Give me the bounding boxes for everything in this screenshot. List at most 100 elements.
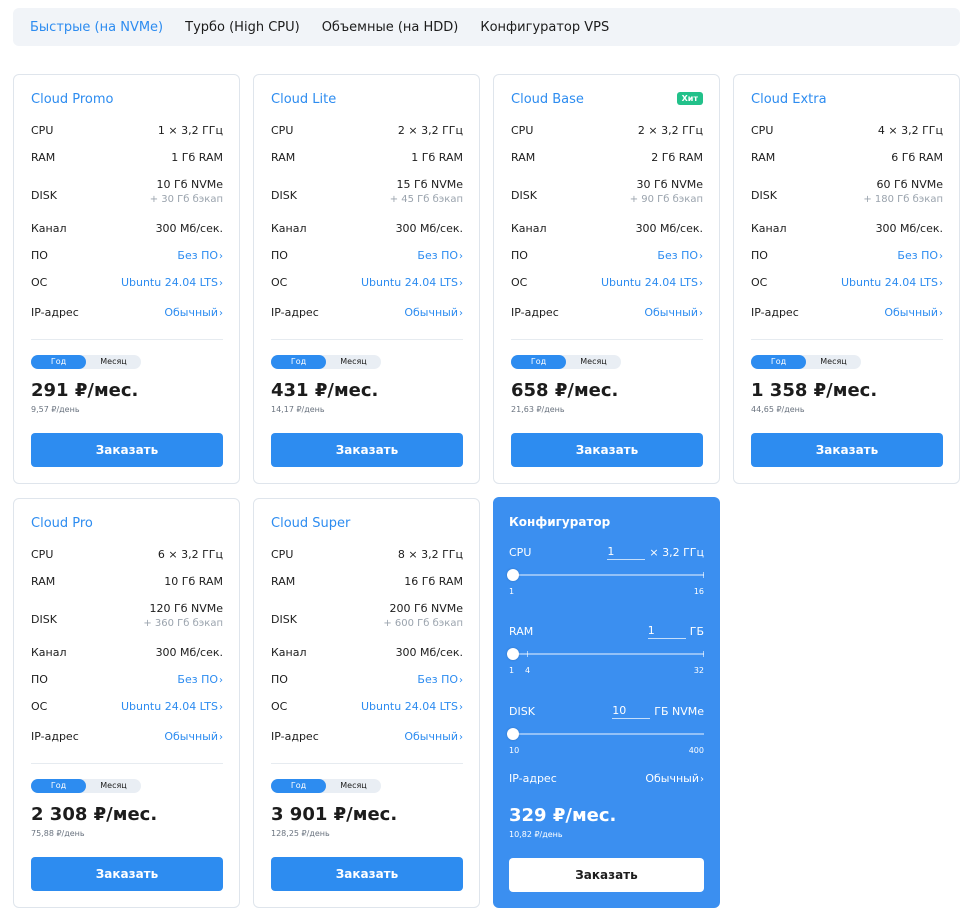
billing-period-toggle: Год Месяц — [751, 355, 861, 369]
cpu-cores-input[interactable] — [607, 544, 646, 560]
chevron-right-icon: › — [219, 308, 223, 319]
ip-selector[interactable]: Обычный› — [404, 730, 463, 743]
ip-selector[interactable]: Обычный› — [164, 306, 223, 319]
order-button[interactable]: Заказать — [271, 433, 463, 467]
disk-max-label: 400 — [688, 746, 704, 755]
software-selector[interactable]: Без ПО› — [417, 673, 463, 686]
cpu-slider[interactable] — [507, 569, 704, 581]
order-button[interactable]: Заказать — [31, 857, 223, 891]
ram-slider[interactable] — [507, 648, 704, 660]
spec-label-ip: IP-адрес — [751, 306, 799, 319]
spec-label-cpu: CPU — [511, 124, 534, 137]
spec-value-ip: Обычный — [404, 306, 458, 319]
spec-label-software: ПО — [271, 249, 288, 262]
billing-month-option[interactable]: Месяц — [86, 355, 141, 369]
spec-label-cpu: CPU — [271, 548, 294, 561]
billing-month-option[interactable]: Месяц — [806, 355, 861, 369]
spec-label-channel: Канал — [271, 646, 307, 659]
disk-slider-handle[interactable] — [507, 728, 519, 740]
spec-label-os: ОС — [271, 276, 288, 289]
spec-label-ip: IP-адрес — [511, 306, 559, 319]
chevron-right-icon: › — [219, 278, 223, 289]
ram-slider-tick — [527, 651, 528, 657]
tab-volume-hdd[interactable]: Объемные (на HDD) — [322, 20, 459, 35]
ip-selector[interactable]: Обычный› — [164, 730, 223, 743]
configurator-card: Конфигуратор CPU × 3,2 ГГц 1 16 RAM ГБ 1… — [493, 497, 720, 908]
billing-month-option[interactable]: Месяц — [326, 779, 381, 793]
ip-selector[interactable]: Обычный› — [404, 306, 463, 319]
tab-turbo-high-cpu[interactable]: Турбо (High CPU) — [185, 20, 300, 35]
tab-vps-configurator[interactable]: Конфигуратор VPS — [480, 20, 609, 35]
backup-value: + 360 Гб бэкап — [143, 618, 223, 629]
spec-value-os: Ubuntu 24.04 LTS — [360, 276, 458, 289]
billing-year-option[interactable]: Год — [271, 779, 326, 793]
spec-label-channel: Канал — [511, 222, 547, 235]
spec-value-disk: 15 Гб NVMe — [396, 178, 464, 191]
plan-title: Cloud Base — [511, 92, 584, 107]
billing-year-option[interactable]: Год — [31, 779, 86, 793]
ram-max-label: 32 — [693, 666, 704, 675]
plan-category-tabs: Быстрые (на NVMe) Турбо (High CPU) Объем… — [13, 8, 960, 46]
spec-value-software: Без ПО — [177, 249, 218, 262]
cpu-slider-handle[interactable] — [507, 569, 519, 581]
os-selector[interactable]: Ubuntu 24.04 LTS› — [601, 276, 703, 289]
billing-year-option[interactable]: Год — [271, 355, 326, 369]
plan-card: Cloud Pro CPU 6 × 3,2 ГГц RAM 10 Гб RAM DISK 1… — [13, 498, 240, 908]
cpu-label: CPU — [509, 546, 532, 559]
billing-year-option[interactable]: Год — [511, 355, 566, 369]
plan-price-per-day: 21,63 ₽/день — [511, 405, 565, 414]
ip-selector[interactable]: Обычный› — [884, 306, 943, 319]
disk-slider[interactable] — [507, 728, 704, 740]
os-selector[interactable]: Ubuntu 24.04 LTS› — [841, 276, 943, 289]
billing-month-option[interactable]: Месяц — [86, 779, 141, 793]
spec-value-ip: Обычный — [884, 306, 938, 319]
spec-label-channel: Канал — [31, 646, 67, 659]
billing-year-option[interactable]: Год — [31, 355, 86, 369]
divider — [511, 339, 703, 340]
spec-label-ram: RAM — [31, 151, 56, 164]
os-selector[interactable]: Ubuntu 24.04 LTS› — [121, 276, 223, 289]
software-selector[interactable]: Без ПО› — [177, 249, 223, 262]
spec-value-software: Без ПО — [657, 249, 698, 262]
cpu-min-label: 1 — [509, 587, 515, 596]
ram-input[interactable] — [647, 623, 686, 639]
plan-card: Cloud Extra CPU 4 × 3,2 ГГц RAM 6 Гб RAM DISK… — [733, 74, 960, 484]
plan-card: Cloud Lite CPU 2 × 3,2 ГГц RAM 1 Гб RAM DISK 1… — [253, 74, 480, 484]
spec-label-disk: DISK — [511, 189, 537, 202]
billing-month-option[interactable]: Месяц — [566, 355, 621, 369]
spec-label-software: ПО — [31, 249, 48, 262]
order-button[interactable]: Заказать — [31, 433, 223, 467]
order-button[interactable]: Заказать — [511, 433, 703, 467]
plan-title: Cloud Super — [271, 516, 351, 531]
billing-year-option[interactable]: Год — [751, 355, 806, 369]
ip-selector[interactable]: Обычный› — [644, 306, 703, 319]
spec-label-disk: DISK — [751, 189, 777, 202]
billing-month-option[interactable]: Месяц — [326, 355, 381, 369]
order-button[interactable]: Заказать — [751, 433, 943, 467]
plan-title: Cloud Pro — [31, 516, 93, 531]
billing-period-toggle: Год Месяц — [271, 355, 381, 369]
software-selector[interactable]: Без ПО› — [897, 249, 943, 262]
os-selector[interactable]: Ubuntu 24.04 LTS› — [361, 276, 463, 289]
software-selector[interactable]: Без ПО› — [177, 673, 223, 686]
chevron-right-icon: › — [459, 702, 463, 713]
configurator-order-button[interactable]: Заказать — [509, 858, 704, 892]
ip-selector[interactable]: Обычный› — [645, 772, 704, 785]
os-selector[interactable]: Ubuntu 24.04 LTS› — [361, 700, 463, 713]
os-selector[interactable]: Ubuntu 24.04 LTS› — [121, 700, 223, 713]
plan-title: Cloud Extra — [751, 92, 827, 107]
spec-value-disk: 120 Гб NVMe — [149, 602, 224, 615]
spec-label-os: ОС — [511, 276, 528, 289]
software-selector[interactable]: Без ПО› — [417, 249, 463, 262]
tab-fast-nvme[interactable]: Быстрые (на NVMe) — [30, 20, 163, 35]
ram-min-label: 1 — [509, 666, 515, 675]
disk-input[interactable] — [612, 703, 651, 719]
software-selector[interactable]: Без ПО› — [657, 249, 703, 262]
spec-value-ip: Обычный — [164, 730, 218, 743]
spec-value-disk: 30 Гб NVMe — [636, 178, 704, 191]
spec-value-ram: 1 Гб RAM — [171, 151, 223, 164]
spec-value-ram: 10 Гб RAM — [164, 575, 223, 588]
ram-slider-handle[interactable] — [507, 648, 519, 660]
order-button[interactable]: Заказать — [271, 857, 463, 891]
spec-label-os: ОС — [271, 700, 288, 713]
